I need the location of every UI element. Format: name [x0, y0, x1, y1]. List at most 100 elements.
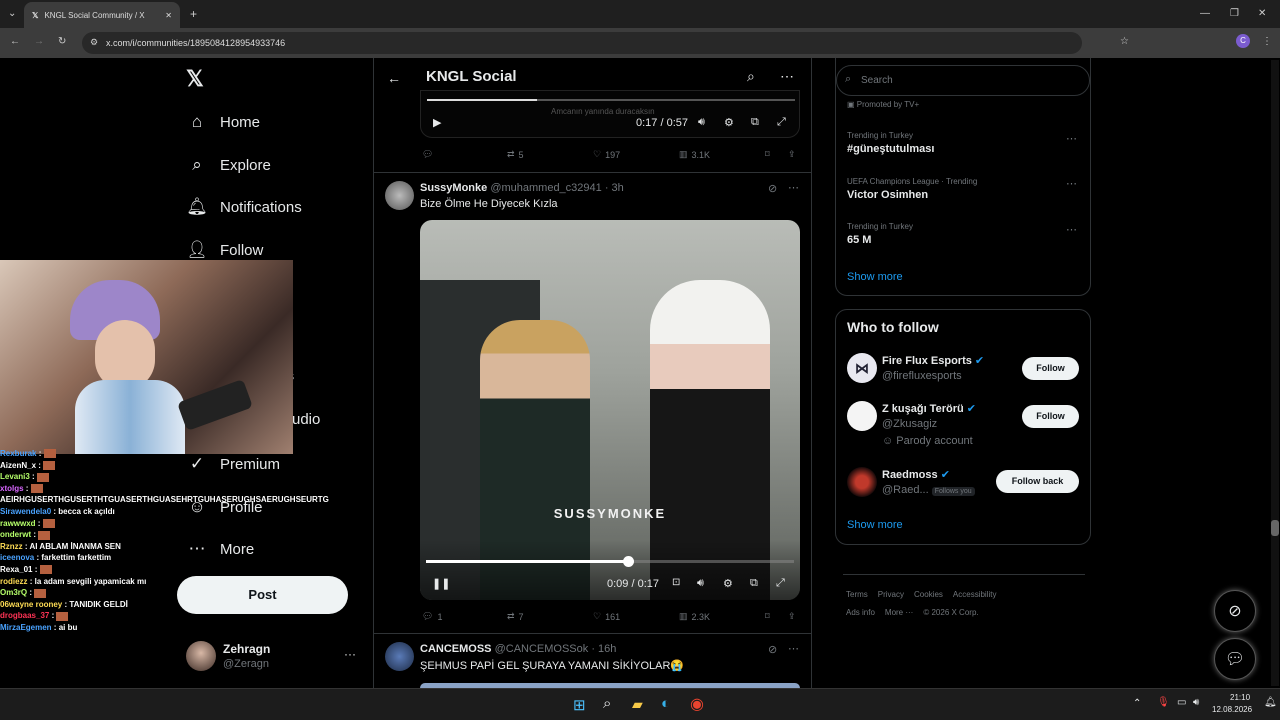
follow-button[interactable]: Follow — [1022, 357, 1079, 380]
tweet3-avatar[interactable] — [385, 642, 414, 671]
network-icon[interactable]: ▭ — [1177, 697, 1186, 708]
trend-more-icon[interactable]: ⋯ — [1066, 177, 1077, 190]
chat-username[interactable]: Rexburak — [0, 449, 36, 458]
tweet1-settings-icon[interactable]: ⚙ — [724, 116, 734, 129]
tweet2-reply[interactable]: 💬︎ 1 — [422, 611, 442, 622]
tweet1-reply[interactable]: 💬︎ — [422, 149, 437, 160]
messages-fab-icon[interactable]: 💬︎ — [1214, 638, 1256, 680]
back-icon[interactable]: ← — [10, 36, 20, 47]
tweet2-volume-icon[interactable]: 🔊︎ — [697, 577, 704, 590]
chat-username[interactable]: rawwwxd — [0, 519, 36, 528]
tweet1-share-icon[interactable]: ⇪ — [788, 149, 796, 160]
chat-username[interactable]: Rznzz — [0, 542, 23, 551]
tweet2-fullscreen-icon[interactable]: ⤢ — [776, 577, 785, 590]
trend-more-icon[interactable]: ⋯ — [1066, 132, 1077, 145]
tweet2-bookmark-icon[interactable]: ⌑ — [765, 611, 770, 622]
footer-accessibility[interactable]: Accessibility — [953, 590, 997, 599]
tweet1-views[interactable]: ▥ 3.1K — [679, 149, 710, 160]
footer-privacy[interactable]: Privacy — [878, 590, 904, 599]
edge-icon[interactable]: ◐ — [661, 695, 670, 712]
tweet1-retweet[interactable]: ⇄ 5 — [507, 149, 524, 160]
footer-terms[interactable]: Terms — [846, 590, 868, 599]
profile-avatar-icon[interactable]: C — [1236, 34, 1250, 48]
tweet2-like[interactable]: ♡ 161 — [593, 611, 620, 622]
tweet3-handle[interactable]: @CANCEMOSSok · 16h — [495, 643, 617, 655]
trend-item[interactable]: Trending in Turkey 65 M — [847, 222, 913, 246]
tweet2-more-icon[interactable]: ⋯ — [788, 181, 799, 194]
chat-username[interactable]: MirzaEgemen — [0, 623, 52, 632]
scrollbar-thumb[interactable] — [1271, 520, 1279, 536]
trend-item[interactable]: Trending in Turkey #güneştutulması — [847, 131, 934, 155]
volume-icon[interactable]: 🔊︎ — [1193, 697, 1199, 708]
forward-icon[interactable]: → — [34, 36, 44, 47]
tweet2-handle[interactable]: @muhammed_c32941 · 3h — [490, 182, 623, 194]
trend-item[interactable]: UEFA Champions League · Trending Victor … — [847, 177, 977, 201]
chat-username[interactable]: Sirawendela0 — [0, 507, 51, 516]
chrome-icon[interactable]: ◉ — [690, 694, 704, 714]
tweet1-volume-icon[interactable]: 🔊︎ — [698, 116, 705, 129]
tweet2-pip-icon[interactable]: ⧉ — [750, 577, 758, 590]
nav-partial-studio[interactable]: udio — [292, 411, 320, 428]
tab-search-icon[interactable]: ⌄ — [8, 8, 16, 19]
tweet2-views[interactable]: ▥ 2.3K — [679, 611, 710, 622]
tray-overflow-icon[interactable]: ⌃ — [1133, 698, 1141, 709]
who-item[interactable]: Fire Flux Esports ✔ @firefluxesports — [882, 354, 984, 382]
trends-show-more[interactable]: Show more — [847, 271, 903, 283]
bookmark-star-icon[interactable]: ☆ — [1120, 36, 1129, 47]
tweet2-share-icon[interactable]: ⇪ — [788, 611, 796, 622]
grok-icon[interactable]: ⊘ — [768, 182, 777, 195]
tweet2-pause-icon[interactable]: ❚❚ — [432, 577, 450, 590]
chat-username[interactable]: Om3rQ — [0, 588, 27, 597]
footer-more[interactable]: More ··· — [885, 608, 913, 617]
footer-cookies[interactable]: Cookies — [914, 590, 943, 599]
tweet2-settings-icon[interactable]: ⚙ — [723, 577, 733, 590]
who-item[interactable]: Raedmoss ✔ @Raed... Follows you — [882, 468, 975, 496]
x-logo-icon[interactable]: 𝕏 — [186, 66, 204, 92]
tweet1-bookmark-icon[interactable]: ⌑ — [765, 149, 770, 160]
microphone-icon[interactable]: 🎙︎ — [1157, 697, 1170, 708]
grok-icon[interactable]: ⊘ — [768, 643, 777, 656]
who-show-more[interactable]: Show more — [847, 519, 903, 531]
tweet2-captions-icon[interactable]: ⊡ — [672, 577, 680, 588]
browser-tab[interactable]: 𝕏 KNGL Social Community / X ✕ — [24, 2, 180, 28]
nav-explore[interactable]: ⌕ Explore — [186, 155, 271, 175]
url-bar[interactable]: x.com/i/communities/1895084128954933746 — [82, 32, 1082, 54]
chat-username[interactable]: onderwt — [0, 530, 31, 539]
tweet1-fullscreen-icon[interactable]: ⤢ — [777, 116, 786, 129]
tweet3-name[interactable]: CANCEMOSS — [420, 643, 492, 655]
zkusagi-avatar[interactable] — [847, 401, 877, 431]
maximize-button[interactable]: ❐ — [1230, 8, 1239, 19]
taskbar-search-icon[interactable]: ⌕ — [603, 695, 611, 712]
who-item[interactable]: Z kuşağı Terörü ✔ @Zkusagiz ☺ Parody acc… — [882, 402, 976, 447]
tweet2-progress-track[interactable] — [426, 560, 794, 563]
nav-home[interactable]: ⌂ Home — [186, 112, 260, 132]
notification-bell-icon[interactable]: 🔔︎ — [1264, 697, 1277, 708]
tweet1-play-icon[interactable]: ▶ — [433, 116, 441, 129]
chat-username[interactable]: AizenN_x — [0, 461, 36, 470]
chat-username[interactable]: Rexa_01 — [0, 565, 32, 574]
file-explorer-icon[interactable]: ▰ — [632, 696, 643, 713]
chat-username[interactable]: drogbaas_37 — [0, 611, 49, 620]
follow-button[interactable]: Follow — [1022, 405, 1079, 428]
chat-username[interactable]: rodiezz — [0, 577, 28, 586]
tweet3-more-icon[interactable]: ⋯ — [788, 642, 799, 655]
nav-follow[interactable]: 👤︎ Follow — [186, 240, 263, 260]
clock-date[interactable]: 12.08.2026 — [1212, 705, 1252, 714]
close-window-button[interactable]: ✕ — [1258, 8, 1266, 19]
tweet2-avatar[interactable] — [385, 181, 414, 210]
new-tab-button[interactable]: + — [190, 7, 197, 21]
community-more-icon[interactable]: ⋯ — [780, 68, 794, 85]
tweet1-video[interactable]: Amcanın yanında duracaksın ▶ 0:17 / 0:57… — [420, 90, 800, 138]
follow-back-button[interactable]: Follow back — [996, 470, 1079, 493]
reload-icon[interactable]: ↻ — [58, 36, 66, 47]
nav-notifications[interactable]: 🔔︎ Notifications — [186, 197, 302, 217]
site-info-icon[interactable]: ⚙ — [90, 37, 98, 48]
chat-username[interactable]: xtolgs — [0, 484, 24, 493]
back-arrow-icon[interactable]: ← — [387, 70, 401, 86]
raedmoss-avatar[interactable] — [847, 467, 877, 497]
chat-username[interactable]: Levani3 — [0, 472, 30, 481]
tweet1-like[interactable]: ♡ 197 — [593, 149, 620, 160]
tweet1-pip-icon[interactable]: ⧉ — [751, 116, 759, 129]
tweet2-retweet[interactable]: ⇄ 7 — [507, 611, 524, 622]
chat-username[interactable]: iceenova — [0, 553, 34, 562]
